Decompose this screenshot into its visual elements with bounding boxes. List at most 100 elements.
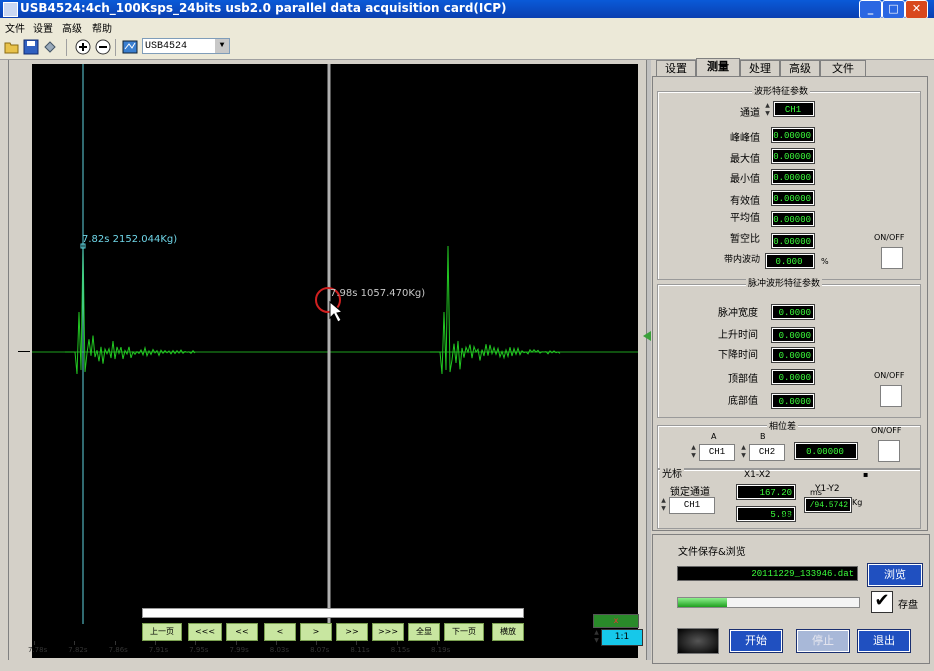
landscape-button[interactable]: 横放 — [492, 623, 524, 641]
device-select[interactable]: USB4524 ▼ — [142, 38, 230, 54]
waveform-svg — [32, 64, 638, 658]
x-tick-mark — [236, 641, 237, 645]
ratio-spinner[interactable]: ▲ ▼ — [593, 629, 600, 645]
x-tick-label: 8.19s — [431, 646, 450, 654]
phase-b-select[interactable]: CH2 — [749, 444, 785, 461]
pulse-width-label: 脉冲宽度 — [694, 304, 758, 319]
prev-page-button[interactable]: 上一页 — [142, 623, 182, 641]
device-icon[interactable] — [122, 39, 138, 55]
next-page-button[interactable]: 下一页 — [444, 623, 484, 641]
min-value: 0.00000 — [772, 170, 814, 184]
ripple-unit: % — [821, 257, 829, 266]
peak-to-peak-value: 0.00000 — [772, 128, 814, 142]
phase-a-spinner[interactable]: ▲ ▼ — [690, 444, 697, 460]
x-tick-mark — [316, 641, 317, 645]
save-progress-fill — [678, 598, 727, 607]
ratio-value[interactable]: 1:1 — [601, 629, 643, 646]
save-icon[interactable] — [23, 39, 39, 55]
duty-value: 0.00000 — [772, 234, 814, 248]
rms-value: 0.00000 — [772, 191, 814, 205]
app-icon — [3, 2, 18, 17]
window-title: USB4524:4ch_100Ksps_24bits usb2.0 parall… — [20, 1, 506, 15]
lock-channel-spinner[interactable]: ▲ ▼ — [660, 497, 667, 513]
peak-to-peak-label: 峰峰值 — [700, 129, 760, 144]
fall-time-label: 下降时间 — [694, 346, 758, 361]
channel-spinner[interactable]: ▲ ▼ — [764, 102, 771, 118]
zoom-out-icon[interactable] — [95, 39, 111, 55]
phase-title: 相位差 — [767, 419, 798, 432]
scope-display[interactable]: 7.82s 2152.044Kg) 7.98s 1057.470Kg) — [32, 64, 638, 658]
top-value-label: 顶部值 — [694, 370, 758, 385]
x-tick-label: 7.82s — [68, 646, 87, 654]
title-bar: USB4524:4ch_100Ksps_24bits usb2.0 parall… — [0, 0, 934, 18]
x-tick-label: 7.99s — [230, 646, 249, 654]
x-tick-label: 7.86s — [109, 646, 128, 654]
ripple-label: 带内波动 — [700, 252, 760, 265]
phase-onoff-checkbox[interactable] — [878, 440, 900, 462]
device-select-value: USB4524 — [145, 41, 187, 52]
print-icon[interactable] — [42, 39, 58, 55]
panel-splitter[interactable] — [646, 60, 651, 660]
pulse-params-title: 脉冲波形特征参数 — [746, 276, 822, 289]
phase-a-label: A — [711, 432, 716, 441]
x-tick-label: 7.95s — [189, 646, 208, 654]
start-button[interactable]: 开始 — [730, 630, 782, 652]
max-value: 0.00000 — [772, 149, 814, 163]
scroll-right-button[interactable]: > — [300, 623, 332, 641]
x-tick-label: 8.11s — [350, 646, 369, 654]
menu-help[interactable]: 帮助 — [92, 20, 112, 35]
show-all-button[interactable]: 全显 — [408, 623, 440, 641]
zoom-in-icon[interactable] — [75, 39, 91, 55]
stop-button[interactable]: 停止 — [797, 630, 849, 652]
chevron-down-icon[interactable]: ▼ — [215, 39, 229, 53]
open-icon[interactable] — [4, 39, 20, 55]
cursor-1-label: 7.82s 2152.044Kg) — [82, 234, 177, 245]
scroll-left-fast-button[interactable]: <<< — [188, 623, 222, 641]
phase-b-spinner[interactable]: ▲ ▼ — [740, 444, 747, 460]
menu-file[interactable]: 文件 — [5, 20, 25, 35]
waveform-onoff-checkbox[interactable] — [881, 247, 903, 269]
x-tick-mark — [155, 641, 156, 645]
channel-value[interactable]: CH1 — [774, 102, 814, 116]
pulse-onoff-label: ON/OFF — [874, 371, 904, 380]
lock-channel-select[interactable]: CH1 — [669, 497, 715, 514]
x-tick-mark — [356, 641, 357, 645]
toolbar-separator — [66, 39, 67, 56]
save-checkbox[interactable]: ✔ — [871, 591, 893, 613]
scroll-left-medium-button[interactable]: << — [226, 623, 258, 641]
scroll-right-fast-button[interactable]: >>> — [372, 623, 404, 641]
maximize-button[interactable]: □ — [882, 0, 905, 19]
x-tick-mark — [74, 641, 75, 645]
bottom-value: 0.0000 — [772, 394, 814, 408]
cursor-y-unit: Kg — [852, 498, 862, 507]
minimize-button[interactable]: _ — [859, 0, 882, 19]
x-tick-mark — [437, 641, 438, 645]
cursor-hz-unit: Hz — [783, 511, 793, 520]
average-value: 0.00000 — [772, 212, 814, 226]
x-tick-mark — [115, 641, 116, 645]
exit-button[interactable]: 退出 — [858, 630, 910, 652]
channel-label: 通道 — [700, 104, 760, 119]
plot-scrollbar[interactable] — [142, 608, 524, 618]
pulse-trace-1 — [65, 244, 195, 374]
browse-button[interactable]: 浏览 — [868, 564, 922, 586]
duty-label: 暂空比 — [700, 230, 760, 245]
save-progress-bar — [677, 597, 860, 608]
splitter-arrow-icon[interactable] — [643, 331, 651, 341]
pointer-icon — [330, 302, 342, 322]
menu-settings[interactable]: 设置 — [33, 20, 53, 35]
tab-measure[interactable]: 测量 — [696, 58, 740, 78]
scroll-right-medium-button[interactable]: >> — [336, 623, 368, 641]
top-value: 0.0000 — [772, 370, 814, 384]
filename-field[interactable]: 20111229_133946.dat — [677, 566, 858, 581]
menu-advanced[interactable]: 高级 — [62, 20, 82, 35]
phase-a-select[interactable]: CH1 — [699, 444, 735, 461]
status-led — [677, 628, 719, 654]
x-tick-mark — [195, 641, 196, 645]
x-tick-mark — [397, 641, 398, 645]
close-button[interactable]: ✕ — [905, 0, 928, 19]
pulse-width-value: 0.0000 — [772, 305, 814, 319]
pulse-onoff-checkbox[interactable] — [880, 385, 902, 407]
scroll-left-button[interactable]: < — [264, 623, 296, 641]
x-tick-label: 7.78s — [28, 646, 47, 654]
